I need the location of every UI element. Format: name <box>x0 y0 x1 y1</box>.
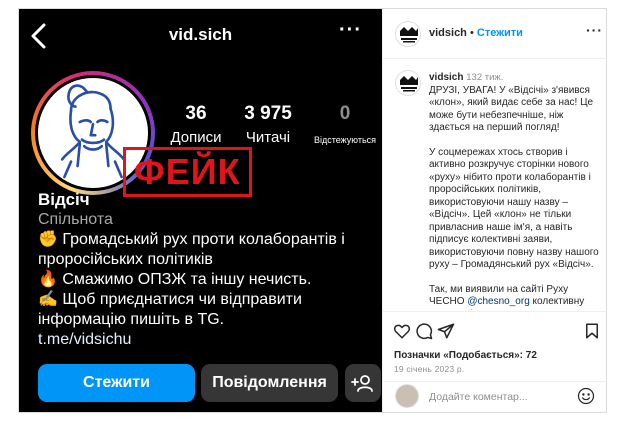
stat-value: 0 <box>339 103 351 124</box>
bio-line: ✊ Громадський рух проти колаборантів і <box>38 231 345 248</box>
caption-paragraph: У соцмережах хтось створив і активно роз… <box>429 146 599 271</box>
bio-line: інформацію пишіть в TG. <box>38 311 225 328</box>
likes-count[interactable]: Позначки «Подобається»: 72 <box>394 350 537 361</box>
bio-line: проросійських політиків <box>38 251 213 268</box>
post-caption: vidsich 132 тиж. ДРУЗІ, УВАГА! У «Відсіч… <box>383 60 606 310</box>
bookmark-icon[interactable] <box>583 322 601 340</box>
avatar[interactable] <box>395 70 421 96</box>
mention-link[interactable]: @chesno_org <box>467 296 529 307</box>
post-actions: Позначки «Подобається»: 72 19 січень 202… <box>383 311 606 381</box>
comment-input[interactable]: Додайте коментар... <box>429 391 528 403</box>
stat-following[interactable]: 0 Відстежуються <box>305 103 382 145</box>
more-icon[interactable]: ··· <box>339 19 362 42</box>
header-follow-link[interactable]: Стежити <box>477 27 523 39</box>
stat-posts[interactable]: 36 Дописи <box>164 103 228 146</box>
emoji-icon[interactable] <box>577 387 595 405</box>
profile-link[interactable]: t.me/vidsichu <box>38 330 378 350</box>
add-person-button[interactable] <box>345 364 381 402</box>
profile-name: Відсіч <box>38 190 90 209</box>
header-separator: • <box>469 27 474 39</box>
stat-label: Дописи <box>170 129 222 146</box>
vidsich-logo-icon <box>400 76 418 92</box>
post-date: 19 січень 2023 р. <box>394 364 465 374</box>
stat-value: 36 <box>185 103 207 124</box>
caption-paragraph: ДРУЗІ, УВАГА! У «Відсічі» з'явився «клон… <box>429 84 594 134</box>
header-username[interactable]: vidsich <box>429 27 467 39</box>
profile-screenshot: vid.sich ··· 36 Дописи 3 975 Читачі 0 Ві… <box>19 9 382 412</box>
profile-bio: Відсіч Спільнота ✊ Громадський рух проти… <box>38 190 378 350</box>
avatar[interactable] <box>395 21 421 47</box>
caption-age: 132 тиж. <box>466 72 504 83</box>
stat-label: Відстежуються <box>313 135 377 145</box>
stat-followers[interactable]: 3 975 Читачі <box>235 103 301 146</box>
avatar <box>395 384 419 408</box>
profile-category: Спільнота <box>38 211 113 228</box>
post-header-user: vidsich • Стежити <box>429 27 523 39</box>
vidsich-logo-icon <box>400 27 418 43</box>
bio-line: 🔥 Смажимо ОПЗЖ та іншу нечисть. <box>38 271 312 288</box>
caption-username[interactable]: vidsich <box>429 72 463 83</box>
add-person-icon <box>351 375 373 392</box>
heart-icon[interactable] <box>393 322 411 340</box>
post-panel: vidsich • Стежити ··· vidsich 132 тиж. Д… <box>382 9 606 412</box>
more-icon[interactable]: ··· <box>586 22 603 38</box>
profile-username: vid.sich <box>168 25 233 44</box>
bio-line: ✍️ Щоб приєднатися чи відправити <box>38 291 302 308</box>
follow-button[interactable]: Стежити <box>38 364 195 402</box>
share-icon[interactable] <box>437 322 455 340</box>
add-comment-bar: Додайте коментар... <box>383 381 606 412</box>
message-button[interactable]: Повідомлення <box>201 364 338 402</box>
comment-icon[interactable] <box>415 322 433 340</box>
stat-label: Читачі <box>245 129 291 146</box>
post-card: vid.sich ··· 36 Дописи 3 975 Читачі 0 Ві… <box>18 8 607 413</box>
post-header: vidsich • Стежити ··· <box>383 9 606 59</box>
caption-text: vidsich 132 тиж. ДРУЗІ, УВАГА! У «Відсіч… <box>429 72 601 310</box>
stat-value: 3 975 <box>244 103 292 124</box>
